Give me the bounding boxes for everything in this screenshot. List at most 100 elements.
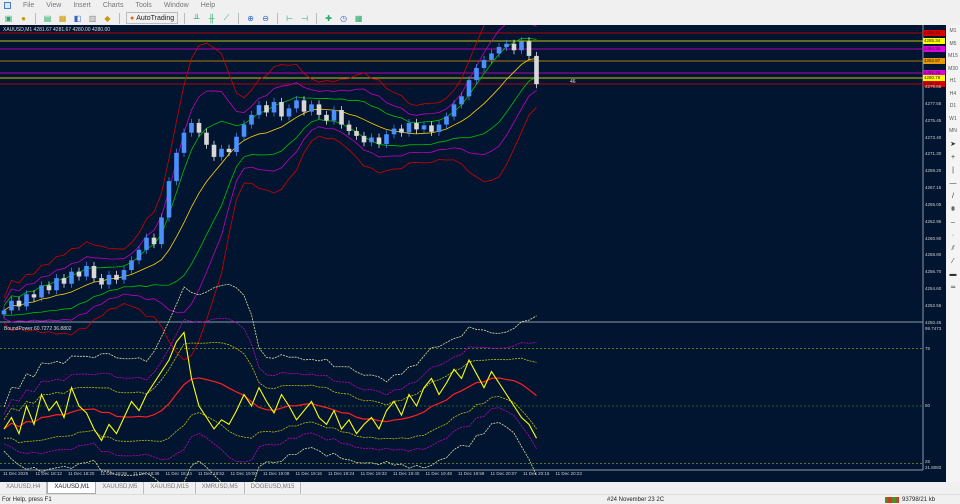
candle-body bbox=[279, 101, 284, 117]
candle-body bbox=[474, 68, 479, 81]
channel-icon[interactable]: ⫽ bbox=[951, 242, 954, 255]
candle-body bbox=[76, 271, 82, 277]
data-window-icon[interactable]: ▦ bbox=[57, 13, 68, 24]
candle-body bbox=[196, 122, 202, 133]
candle-body bbox=[384, 134, 389, 144]
vertical-line-icon[interactable]: | bbox=[952, 164, 954, 177]
candle-body bbox=[436, 124, 442, 132]
separator bbox=[184, 12, 186, 24]
periods-icon[interactable]: ◷ bbox=[338, 13, 349, 24]
text-icon[interactable]: · bbox=[952, 229, 954, 242]
new-chart-icon[interactable]: ▣ bbox=[3, 13, 14, 24]
price-axis-label: 4254.60 bbox=[925, 286, 942, 292]
autoscroll-icon[interactable]: ⊣ bbox=[299, 13, 310, 24]
timeframe-m5[interactable]: M5 bbox=[950, 38, 957, 51]
tab-xauusd-m15[interactable]: XAUUSD,M15 bbox=[144, 482, 196, 494]
rectangle-icon[interactable]: ▬ bbox=[950, 268, 957, 281]
terminal-icon[interactable]: ▥ bbox=[87, 13, 98, 24]
line-chart-icon[interactable]: ⟋ bbox=[221, 13, 232, 24]
candle-body bbox=[136, 249, 142, 261]
menu-tools[interactable]: Tools bbox=[135, 2, 151, 9]
connection-icon bbox=[885, 496, 899, 503]
time-axis-label: 11 Dec 18:12 bbox=[35, 471, 62, 476]
menu-view[interactable]: View bbox=[46, 2, 61, 9]
time-axis-label: 11 Dec 19:24 bbox=[328, 471, 355, 476]
candle-body bbox=[226, 148, 232, 153]
indicator-axis-label: 50 bbox=[925, 403, 931, 408]
app-icon bbox=[4, 2, 11, 9]
candle-body bbox=[91, 265, 97, 279]
autotrading-button[interactable]: ● AutoTrading bbox=[126, 12, 179, 24]
strategy-tester-icon[interactable]: ◆ bbox=[102, 13, 113, 24]
crosshair-icon[interactable]: + bbox=[951, 151, 955, 164]
bar-chart-icon[interactable]: ╨ bbox=[191, 13, 202, 24]
indicators-icon[interactable]: ✚ bbox=[323, 13, 334, 24]
candle-body bbox=[129, 260, 134, 271]
price-middle-band bbox=[3, 90, 537, 323]
chart-canvas[interactable] bbox=[0, 25, 946, 482]
tab-xmrusd-m5[interactable]: XMRUSD,M5 bbox=[196, 482, 245, 494]
timeframe-mn[interactable]: MN bbox=[949, 125, 957, 138]
candle-body bbox=[406, 122, 412, 133]
candle-body bbox=[481, 59, 487, 69]
candle-body bbox=[339, 110, 344, 125]
time-axis-label: 11 Dec 19:48 bbox=[425, 471, 452, 476]
tab-xauusd-m1[interactable]: XAUUSD,M1 bbox=[47, 482, 97, 494]
cursor-icon[interactable]: ➤ bbox=[950, 138, 956, 151]
candlestick-icon[interactable]: ╫ bbox=[206, 13, 217, 24]
timeframe-m30[interactable]: M30 bbox=[948, 63, 958, 76]
profiles-icon[interactable]: ● bbox=[18, 13, 29, 24]
timeframe-w1[interactable]: W1 bbox=[949, 113, 957, 126]
templates-icon[interactable]: ▦ bbox=[353, 13, 364, 24]
zoom-out-icon[interactable]: ⊖ bbox=[260, 13, 271, 24]
price-mid-band bbox=[3, 58, 537, 311]
candle-body bbox=[189, 122, 194, 133]
traffic-text: 93798/21 kb bbox=[902, 496, 936, 503]
candle-body bbox=[54, 278, 59, 291]
zoom-in-icon[interactable]: ⊕ bbox=[245, 13, 256, 24]
candle-body bbox=[511, 43, 517, 51]
chart-shift-icon[interactable]: ⊢ bbox=[284, 13, 295, 24]
price-level-label: 4285.34 bbox=[923, 38, 945, 45]
fibo-icon[interactable]: ⩩ bbox=[951, 203, 955, 216]
timeframe-d1[interactable]: D1 bbox=[950, 100, 956, 113]
candle-body bbox=[526, 41, 532, 56]
menu-help[interactable]: Help bbox=[201, 2, 215, 9]
candle-body bbox=[286, 108, 292, 117]
timeframe-m15[interactable]: M15 bbox=[948, 50, 958, 63]
right-toolbar: M1 M5 M15 M30 H1 H4 D1 W1 MN ➤ + | — / ⩩… bbox=[946, 25, 960, 482]
timeframe-h1[interactable]: H1 bbox=[950, 75, 956, 88]
candle-body bbox=[421, 125, 427, 130]
price-axis-label: 4279.65 bbox=[925, 84, 942, 89]
candle-body bbox=[346, 124, 352, 132]
candle-body bbox=[151, 237, 157, 245]
timeframe-h4[interactable]: H4 bbox=[950, 88, 956, 101]
time-axis-label: 11 Dec 19:16 bbox=[295, 471, 322, 476]
navigator-icon[interactable]: ◧ bbox=[72, 13, 83, 24]
horizontal-line-icon[interactable]: — bbox=[950, 177, 957, 190]
tab-dogeusd-m15[interactable]: DOGEUSD,M15 bbox=[245, 482, 302, 494]
timeframe-m1[interactable]: M1 bbox=[950, 25, 957, 38]
trendline-icon[interactable]: / bbox=[952, 190, 954, 203]
market-watch-icon[interactable]: ▤ bbox=[42, 13, 53, 24]
tab-xauusd-m5[interactable]: XAUUSD,M5 bbox=[96, 482, 145, 494]
candle-body bbox=[256, 105, 262, 115]
candle-body bbox=[219, 148, 224, 157]
candle-body bbox=[429, 125, 434, 132]
candle-body bbox=[264, 105, 269, 113]
chart-window[interactable]: XAUUSD,M1 4281.67 4281.67 4280.00 4280.0… bbox=[0, 25, 946, 482]
tab-xauusd-h4[interactable]: XAUUSD,H4 bbox=[0, 482, 48, 494]
menu-file[interactable]: File bbox=[23, 2, 34, 9]
chart-title: XAUUSD,M1 4281.67 4281.67 4280.00 4280.0… bbox=[3, 27, 111, 33]
fibo-levels-icon[interactable]: ≂ bbox=[950, 281, 956, 294]
menu-insert[interactable]: Insert bbox=[73, 2, 91, 9]
menu-window[interactable]: Window bbox=[164, 2, 189, 9]
price-level-label: 4284.35 bbox=[923, 46, 945, 53]
price-axis-label: 4256.70 bbox=[925, 269, 942, 275]
menu-charts[interactable]: Charts bbox=[103, 2, 124, 9]
separator bbox=[35, 12, 36, 24]
time-axis-label: 11 Dec 19:40 bbox=[393, 471, 420, 476]
gann-icon[interactable]: ⁄ bbox=[952, 255, 953, 268]
price-axis-label: 4273.40 bbox=[925, 134, 942, 140]
osc-middle-band bbox=[3, 317, 537, 415]
